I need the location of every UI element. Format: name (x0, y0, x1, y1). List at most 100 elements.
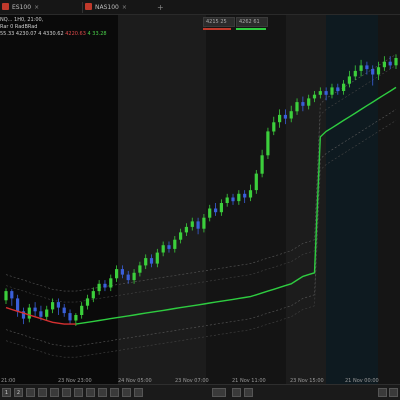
candle-body (324, 91, 328, 95)
candle-body (272, 122, 276, 132)
scroll-handle[interactable] (212, 388, 226, 397)
tool-button[interactable] (110, 388, 119, 397)
tool-button[interactable]: 2 (14, 388, 23, 397)
candle-body (266, 131, 270, 156)
candle-body (39, 311, 43, 317)
candle-body (126, 274, 130, 281)
candle-body (347, 76, 351, 84)
legend-value-negative: 4220.63 (65, 31, 86, 37)
candle-body (62, 307, 66, 314)
tool-button[interactable] (389, 388, 398, 397)
candle-body (51, 302, 55, 310)
trading-screen: ES100 × NAS100 × + NQ... 1H0, 21:00, Rar 0… (0, 0, 400, 400)
candle-body (196, 221, 200, 229)
mini-value: 4262 61 (236, 17, 268, 27)
candle-body (330, 87, 334, 95)
session-zone (378, 14, 400, 388)
candle-body (231, 197, 235, 202)
tool-button[interactable] (122, 388, 131, 397)
tab-bar: ES100 × NAS100 × + (0, 0, 400, 15)
candle-body (283, 114, 287, 119)
session-zone (326, 14, 378, 388)
candle-body (10, 291, 14, 299)
tool-button[interactable] (38, 388, 47, 397)
candle-body (307, 98, 311, 106)
tool-button[interactable] (50, 388, 59, 397)
candle-body (190, 221, 194, 227)
candle-body (149, 258, 154, 264)
candle-body (219, 203, 223, 213)
tab-label: NAS100 (95, 4, 119, 11)
candle-body (74, 315, 78, 321)
session-zone (118, 14, 206, 388)
candle-body (365, 65, 369, 70)
legend-value: 4230.07 4 4330.62 (15, 31, 64, 37)
tool-button[interactable] (244, 388, 253, 397)
indicator-legend: NQ... 1H0, 21:00, Rar 0 RadBRad 55.33 42… (0, 17, 107, 38)
candle-body (260, 155, 264, 174)
candle-body (33, 307, 37, 312)
candle-body (132, 272, 136, 281)
legend-symbol: NQ... 1H0, 21:00, (0, 17, 44, 23)
candle-body (243, 193, 247, 198)
session-zone (0, 14, 118, 388)
mini-value: 4215 25 (203, 17, 235, 27)
mini-panel: 4215 25 4262 61 (203, 17, 268, 31)
candle-body (382, 61, 386, 68)
session-shading (0, 14, 400, 388)
candle-body (225, 197, 229, 203)
candle-body (208, 208, 212, 218)
candle-body (45, 309, 49, 317)
close-icon[interactable]: × (34, 4, 39, 11)
tab-label: ES100 (12, 4, 32, 11)
candle-body (144, 258, 148, 266)
candle-body (120, 269, 124, 275)
tool-button[interactable] (134, 388, 143, 397)
tab-es100[interactable]: ES100 × (2, 2, 74, 13)
candle-body (68, 313, 72, 321)
candle-body (353, 70, 357, 77)
candle-body (97, 283, 101, 292)
tool-button[interactable] (378, 388, 387, 397)
candle-body (318, 91, 322, 95)
candle-body (376, 67, 381, 75)
tool-button[interactable] (86, 388, 95, 397)
candle-body (109, 278, 113, 288)
session-zone (286, 14, 326, 388)
candle-body (301, 102, 305, 106)
tool-button[interactable] (98, 388, 107, 397)
chart-icon (85, 3, 92, 10)
candle-body (173, 239, 177, 249)
candle-body (161, 245, 165, 253)
tool-button[interactable] (26, 388, 35, 397)
candle-body (27, 307, 31, 319)
tool-button[interactable]: 1 (2, 388, 11, 397)
price-chart[interactable] (0, 14, 400, 388)
candle-body (371, 69, 375, 75)
mini-green-line (236, 28, 266, 30)
candle-body (103, 283, 107, 288)
legend-value: 55.33 (0, 31, 15, 37)
candle-body (248, 190, 253, 198)
candle-body (295, 102, 299, 112)
tab-nas100[interactable]: NAS100 × (82, 2, 157, 13)
candle-body (336, 87, 340, 92)
candle-body (179, 232, 183, 240)
tool-button[interactable] (62, 388, 71, 397)
chart-icon (2, 3, 9, 10)
legend-indicator: Rar 0 RadBRad (0, 24, 38, 30)
candle-body (167, 245, 171, 249)
candle-body (85, 298, 90, 306)
tool-button[interactable] (74, 388, 83, 397)
legend-values: 55.33 4230.07 4 4330.62 4220.63 4 33.28 (0, 31, 107, 38)
candle-body (278, 114, 282, 123)
candle-body (184, 226, 188, 233)
close-icon[interactable]: × (122, 4, 127, 11)
candle-body (342, 83, 346, 91)
add-tab-button[interactable]: + (157, 2, 164, 13)
tool-button[interactable] (232, 388, 241, 397)
candle-body (254, 173, 258, 191)
session-zone (206, 14, 286, 388)
candle-body (312, 94, 317, 99)
candle-body (214, 208, 218, 213)
